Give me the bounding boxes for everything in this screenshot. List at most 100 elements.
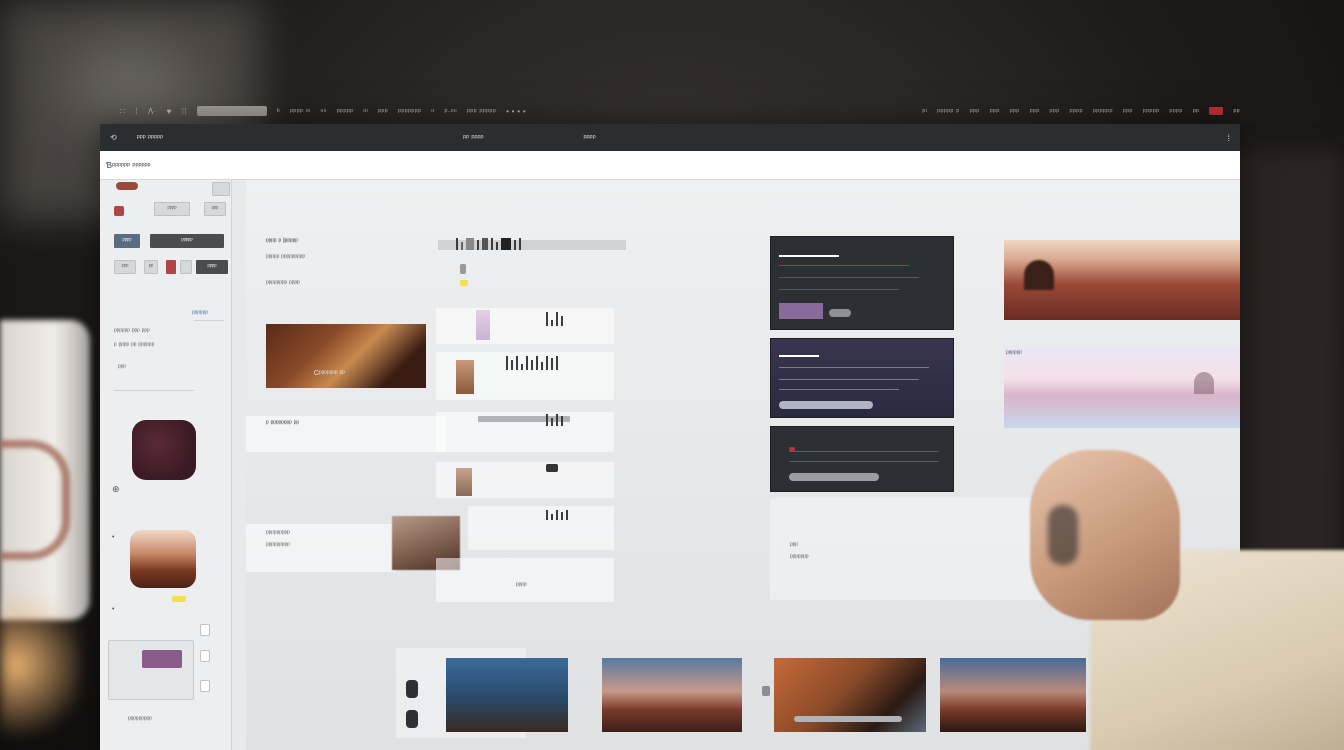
content-text: ᵖᵖᵖᵖᵖᵖᵖᵖᵖ: [266, 530, 290, 537]
drop-area[interactable]: [770, 498, 1160, 600]
os-menu-item[interactable]: ⴷ·: [148, 107, 157, 116]
os-status-item[interactable]: ᵖᵖ: [1193, 107, 1200, 116]
highlight-marker-icon: [172, 596, 186, 602]
card-pill[interactable]: [789, 473, 879, 481]
timeline-ticks: [456, 238, 521, 250]
os-menu-item[interactable]: ᶦᶦᶦᶦ: [320, 107, 326, 116]
content-text: ᵖᵖᵖᵖᵖᵖᵖᵖ ᵖᵖᵖᵖ: [266, 280, 300, 287]
app-window: ⟲ ᵖᵖᵖ ᵖᵖᵖᵖᵖ ᵖᵖ ᵖᵖᵖᵖ ᵖᵖᵖᵖ ⁞ Ɓᵖᵖᵖᵖᵖᵖ ᵖᵖᵖᵖᵖ…: [100, 124, 1240, 750]
section-label: ᵖ ᵖᵖᵖᵖᵖᵖᵖᵖ ᵖᵖ: [266, 420, 299, 427]
os-status-item[interactable]: ᵖᵖ: [1233, 107, 1240, 116]
os-menu-item[interactable]: ᶦᶦᶦ: [363, 107, 368, 116]
sidebar-button[interactable]: ᵖᵖᵖ: [204, 202, 226, 216]
clip-thumb[interactable]: [456, 468, 472, 496]
os-menu-item[interactable]: ᵖᵖᵖᵖᵖᵖᵖ: [398, 107, 421, 116]
checkbox[interactable]: [200, 680, 210, 692]
finger-shadow: [1124, 680, 1240, 750]
timeline-row[interactable]: [436, 308, 614, 344]
landscape-image[interactable]: Ꮯᵖᵖᵖᵖᵖᵖᵖ ᵖᵖ: [266, 324, 426, 388]
content-title: ᵖᵖᵖᵖ ᵖ Ɩᵖᵖᵖᵖᵖ: [266, 238, 298, 245]
marker-icon: [460, 264, 466, 274]
os-status-item[interactable]: ᵖᵖᵖᵖᵖ: [1143, 107, 1160, 116]
os-status-item[interactable]: ᵖᵖᵖ: [1050, 107, 1060, 116]
sidebar-thumbnail[interactable]: [130, 530, 196, 588]
filmstrip-frame[interactable]: [774, 658, 926, 732]
timeline-row[interactable]: [436, 558, 614, 602]
sidebar-preview-thumb[interactable]: [142, 650, 182, 668]
main-action-button[interactable]: Omofo: [1032, 536, 1065, 548]
timeline-row[interactable]: [468, 506, 614, 550]
os-menu-item[interactable]: ᵖᵖᵖ ᵖᵖᵖᵖᵖ: [467, 107, 496, 116]
color-chip-red[interactable]: [166, 260, 176, 274]
image-caption: Ꮯᵖᵖᵖᵖᵖᵖᵖ ᵖᵖ: [314, 370, 345, 377]
os-menu-item[interactable]: ⁞⁞: [182, 107, 187, 116]
content-text: ᵖᵖᵖᵖᵖᵖᵖᵖᵖ: [266, 542, 290, 549]
os-status-item[interactable]: ᵖᵖᵖ: [990, 107, 1000, 116]
os-status-item[interactable]: ᵖᵖᵖᵖ: [1169, 107, 1182, 116]
os-menu-item[interactable]: ᵖᵖᵖᵖᵖ: [337, 107, 354, 116]
checkbox[interactable]: [200, 650, 210, 662]
close-icon[interactable]: ⁞: [1227, 133, 1230, 143]
sidebar-button[interactable]: ᵖᵖᵖ: [114, 260, 136, 274]
dark-card[interactable]: [770, 338, 954, 418]
os-menu-item[interactable]: ᵖᵖᵖ: [378, 107, 388, 116]
timeline-ticks: [546, 510, 568, 520]
os-menu-item[interactable]: ᶦᶦ: [431, 107, 434, 116]
brand-swatch-icon[interactable]: [116, 182, 138, 190]
panel-label: ᵖᵖᵖᵖᵖᵖᵖ: [790, 554, 809, 561]
os-status-item[interactable]: ᵖᵖᵖ: [1030, 107, 1040, 116]
os-status-item[interactable]: ᵖᵖᵖ: [1123, 107, 1133, 116]
card-pill[interactable]: [829, 309, 851, 317]
os-status-item[interactable]: ᵖᵖᵖ: [970, 107, 980, 116]
toolbar-label[interactable]: Ɓᵖᵖᵖᵖᵖᵖ ᵖᵖᵖᵖᵖᵖ: [106, 161, 151, 170]
os-menu-item[interactable]: ⁞: [135, 107, 138, 116]
timeline-ticks: [546, 312, 563, 326]
hero-caption: ᵖᵖᵖᵖᵖᵖ: [1006, 350, 1022, 357]
timeline-ticks: [506, 356, 558, 370]
sidebar-button[interactable]: ᵖᵖᵖᵖ: [154, 202, 190, 216]
os-status-item[interactable]: ᵖᵖᵖᵖ: [1070, 107, 1083, 116]
os-menu-item[interactable]: ᵖᵖᵖᵖ ᶦᶦᶦ: [290, 107, 311, 116]
sidebar-button[interactable]: [180, 260, 192, 274]
filmstrip-frame[interactable]: [602, 658, 742, 732]
sidebar-link[interactable]: ᵖᵖᵖᵖᵖᵖ: [192, 310, 208, 317]
sidebar-button[interactable]: ᵖᵖ: [144, 260, 158, 274]
filmstrip-frame[interactable]: [446, 658, 568, 732]
clip-thumb[interactable]: [476, 310, 490, 340]
checkbox[interactable]: [200, 624, 210, 636]
pause-icon[interactable]: [406, 710, 418, 728]
hero-image[interactable]: [1004, 240, 1240, 320]
dark-card[interactable]: [770, 426, 954, 492]
title-menu-item[interactable]: ᵖᵖᵖᵖ: [584, 133, 596, 142]
os-search-field[interactable]: [196, 106, 267, 116]
sidebar-button[interactable]: ᵖᵖᵖᵖᵖ: [150, 234, 224, 248]
sidebar-button[interactable]: ᵖᵖᵖᵖ: [114, 234, 140, 248]
pin-icon[interactable]: [114, 206, 124, 216]
hero-image[interactable]: ᵖᵖᵖᵖᵖᵖ: [1004, 346, 1240, 428]
play-icon[interactable]: [406, 680, 418, 698]
sidebar-preview-frame[interactable]: [108, 640, 194, 700]
heart-icon[interactable]: ♥: [167, 107, 172, 116]
sidebar-button[interactable]: ᵖᵖᵖᵖ: [196, 260, 228, 274]
info-icon[interactable]: ⊕: [112, 484, 120, 495]
back-icon[interactable]: ⟲: [110, 133, 117, 142]
os-menu-item[interactable]: ∷: [120, 107, 125, 116]
os-status-item[interactable]: ᵖᵖᵖ: [1010, 107, 1020, 116]
os-menu-item[interactable]: ᴵᶦ: [277, 107, 280, 116]
os-menu-item[interactable]: ᵖ·ᶦᶦᶦᶦ: [444, 107, 457, 116]
sidebar-mini-button[interactable]: [212, 182, 230, 196]
app-toolbar: Ɓᵖᵖᵖᵖᵖᵖ ᵖᵖᵖᵖᵖᵖ: [100, 151, 1240, 180]
dark-card[interactable]: [770, 236, 954, 330]
frame-progress-bar[interactable]: [794, 716, 902, 722]
os-status-item[interactable]: ᵖᶦ: [922, 107, 927, 116]
clip-thumb[interactable]: [456, 360, 474, 394]
card-thumb[interactable]: [779, 303, 823, 319]
drag-handle-icon[interactable]: [762, 686, 770, 696]
title-menu-item[interactable]: ᵖᵖ ᵖᵖᵖᵖ: [463, 133, 483, 142]
card-pill[interactable]: [779, 401, 873, 409]
filmstrip-frame[interactable]: [940, 658, 1086, 732]
sidebar-thumbnail[interactable]: [132, 420, 196, 480]
os-status-item[interactable]: ᵖᵖᵖᵖᵖᵖ: [1093, 107, 1113, 116]
os-status-item[interactable]: ᵖᵖᵖᵖᵖ ᵖ: [937, 107, 959, 116]
sidebar-footer: ᵖᵖᵖᵖᵖᵖᵖᵖᵖ: [128, 716, 152, 723]
